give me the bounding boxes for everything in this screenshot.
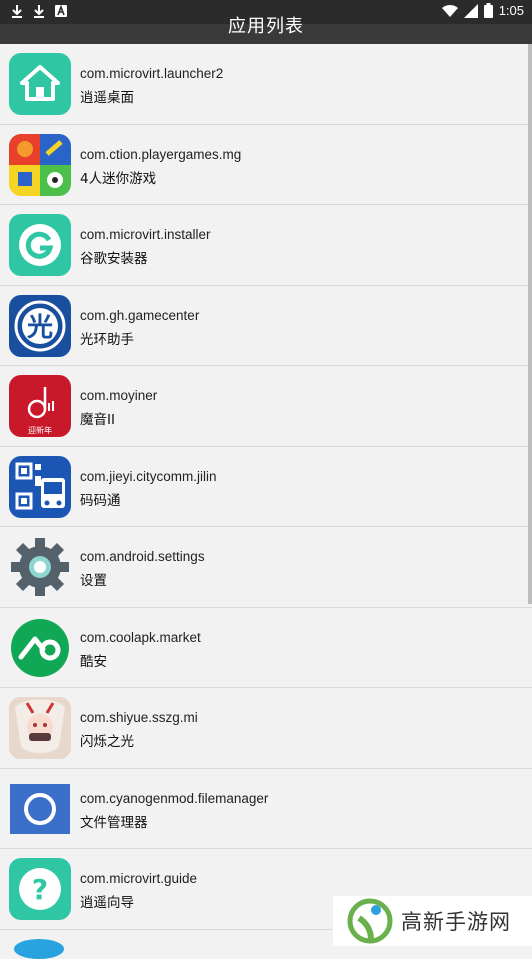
wifi-icon <box>441 4 458 17</box>
app-list-item[interactable]: 光 com.gh.gamecenter 光环助手 <box>0 285 532 366</box>
app-list-item[interactable]: com.ction.playergames.mg 4人迷你游戏 <box>0 124 532 205</box>
question-icon: ? <box>9 858 71 920</box>
app-list-item[interactable]: com.shiyue.sszg.mi 闪烁之光 <box>0 688 532 769</box>
app-package-name: com.cyanogenmod.filemanager <box>80 790 269 806</box>
circle-icon <box>9 777 71 840</box>
app-package-name: com.microvirt.launcher2 <box>80 66 224 81</box>
watermark-logo-icon <box>347 898 393 944</box>
minigames-icon <box>9 133 71 196</box>
app-package-name: com.moyiner <box>80 388 158 403</box>
home-icon <box>9 53 71 115</box>
g-installer-icon <box>9 214 71 276</box>
status-time: 1:05 <box>498 3 524 18</box>
app-label: 酷安 <box>80 653 107 670</box>
app-package-name: com.gh.gamecenter <box>80 307 200 323</box>
guang-icon: 光 <box>9 294 71 357</box>
signal-icon <box>463 3 478 18</box>
app-label: 魔音II <box>80 412 115 428</box>
download-icon <box>34 5 44 18</box>
download-icon <box>12 5 22 18</box>
app-package-name: com.jieyi.citycomm.jilin <box>80 468 217 484</box>
app-list-item[interactable]: com.microvirt.installer 谷歌安装器 <box>0 205 532 286</box>
app-list-item[interactable]: com.cyanogenmod.filemanager 文件管理器 <box>0 768 532 849</box>
app-label: 4人迷你游戏 <box>80 170 157 187</box>
music-icon: 迎新年 <box>9 375 71 437</box>
gear-icon <box>9 536 71 598</box>
scrollbar[interactable] <box>528 44 532 604</box>
app-package-name: com.ction.playergames.mg <box>80 146 242 162</box>
coolapk-icon <box>9 616 71 679</box>
app-label: 光环助手 <box>80 331 134 348</box>
watermark: 高新手游网 <box>333 896 532 946</box>
app-label: 文件管理器 <box>80 814 148 831</box>
partial-app-icon <box>14 939 64 959</box>
app-label: 谷歌安装器 <box>80 251 148 267</box>
app-label: 设置 <box>80 573 107 589</box>
a-notification-icon <box>55 4 67 17</box>
app-list-item[interactable]: com.android.settings 设置 <box>0 527 532 608</box>
svg-text:光: 光 <box>26 313 53 343</box>
app-package-name: com.shiyue.sszg.mi <box>80 710 198 725</box>
svg-text:迎新年: 迎新年 <box>28 425 52 435</box>
app-label: 闪烁之光 <box>80 734 134 750</box>
svg-text:?: ? <box>32 873 48 906</box>
status-bar: 1:05 <box>0 0 532 24</box>
watermark-text: 高新手游网 <box>401 910 511 934</box>
app-package-name: com.coolapk.market <box>80 629 201 645</box>
anime-avatar-icon <box>9 697 71 759</box>
app-list: com.microvirt.launcher2 逍遥桌面 com.ction.pla… <box>0 44 532 930</box>
app-list-item[interactable]: com.microvirt.launcher2 逍遥桌面 <box>0 44 532 125</box>
app-package-name: com.microvirt.installer <box>80 227 211 242</box>
qr-bus-icon <box>9 455 71 518</box>
battery-icon <box>483 3 493 18</box>
app-list-item[interactable]: 迎新年 com.moyiner 魔音II <box>0 366 532 447</box>
app-package-name: com.android.settings <box>80 549 205 564</box>
app-list-item[interactable]: com.coolapk.market 酷安 <box>0 607 532 688</box>
app-label: 逍遥桌面 <box>80 90 134 106</box>
app-package-name: com.microvirt.guide <box>80 871 198 886</box>
app-list-item[interactable]: com.jieyi.citycomm.jilin 码码通 <box>0 446 532 527</box>
app-label: 码码通 <box>80 492 121 509</box>
app-label: 逍遥向导 <box>80 895 134 911</box>
